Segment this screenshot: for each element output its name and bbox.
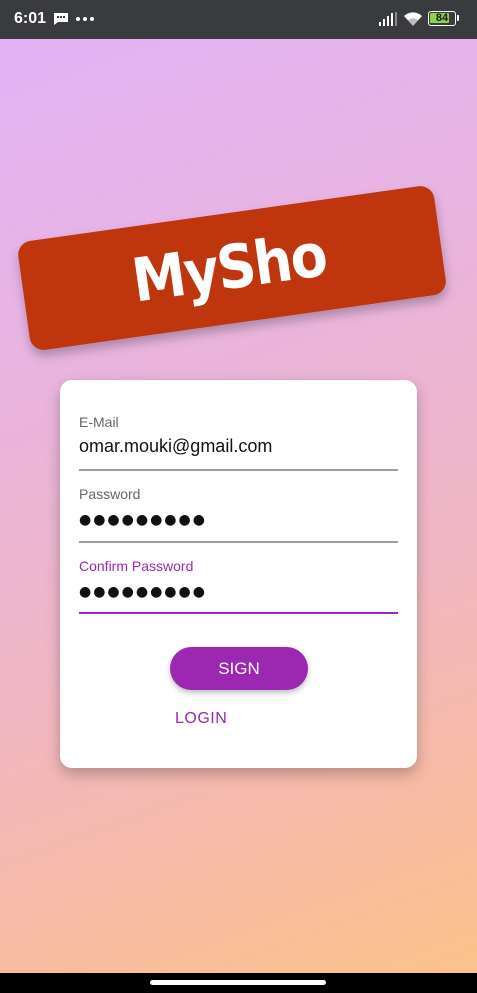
login-link[interactable]: LOGIN xyxy=(175,710,227,728)
app-logo-banner: MySho xyxy=(16,184,448,352)
email-input[interactable]: omar.mouki@gmail.com xyxy=(79,436,272,457)
more-dots-icon xyxy=(76,17,94,21)
signup-card: E-Mail omar.mouki@gmail.com Password ●●●… xyxy=(60,380,417,768)
email-label: E-Mail xyxy=(79,414,119,430)
status-bar: 6:01 84 xyxy=(0,0,477,39)
confirm-password-underline xyxy=(79,612,398,614)
home-indicator[interactable] xyxy=(150,980,326,985)
battery-percentage: 84 xyxy=(435,12,449,24)
confirm-password-field[interactable]: Confirm Password ●●●●●●●●● xyxy=(79,557,398,615)
wifi-icon xyxy=(404,12,422,26)
email-field[interactable]: E-Mail omar.mouki@gmail.com xyxy=(79,413,398,471)
password-underline xyxy=(79,541,398,543)
password-field[interactable]: Password ●●●●●●●●● xyxy=(79,485,398,543)
message-icon xyxy=(54,13,68,25)
status-time: 6:01 xyxy=(14,10,47,27)
navigation-bar xyxy=(0,973,477,993)
password-input[interactable]: ●●●●●●●●● xyxy=(79,512,207,528)
app-logo-text: MySho xyxy=(127,220,331,317)
email-underline xyxy=(79,469,398,471)
battery-icon: 84 xyxy=(428,11,456,26)
confirm-password-label: Confirm Password xyxy=(79,558,194,574)
signal-icon xyxy=(379,12,397,26)
password-label: Password xyxy=(79,486,141,502)
sign-button[interactable]: SIGN xyxy=(170,647,308,690)
battery-tip xyxy=(457,15,459,21)
confirm-password-input[interactable]: ●●●●●●●●● xyxy=(79,584,207,600)
